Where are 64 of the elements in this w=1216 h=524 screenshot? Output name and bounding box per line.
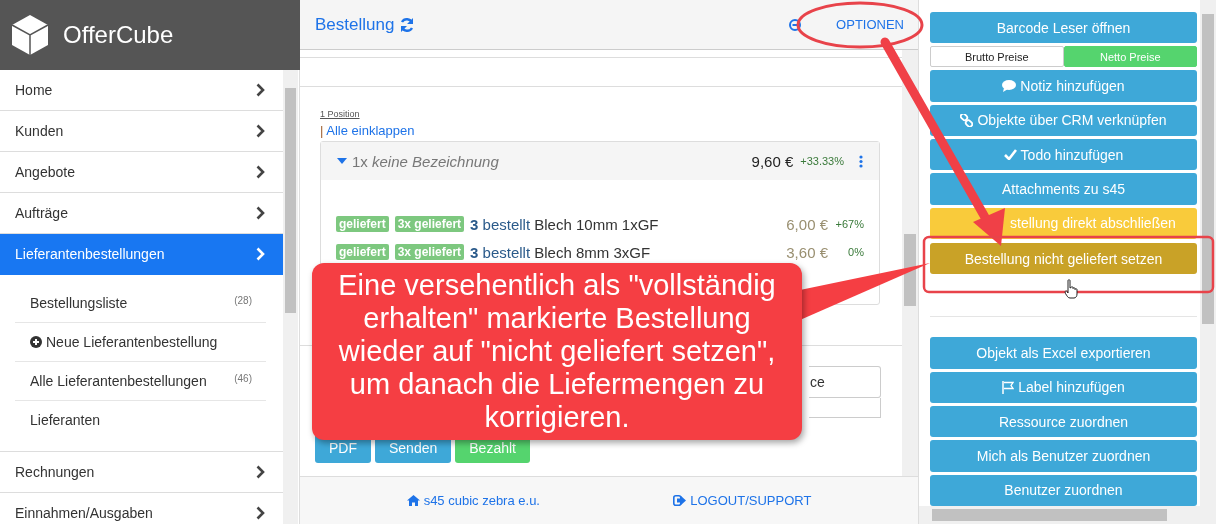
options-button[interactable]: OPTIONEN — [836, 17, 904, 32]
status-badge: 3x geliefert — [394, 244, 465, 260]
panel-button[interactable]: Objekte über CRM verknüpfen — [930, 104, 1197, 136]
line-description: 3 bestellt Blech 8mm 3xGF — [470, 243, 651, 261]
chevron-right-icon — [256, 124, 265, 138]
logout-link[interactable]: LOGOUT/SUPPORT — [673, 493, 812, 508]
submenu-item[interactable]: Bestellungsliste (28) — [15, 284, 266, 323]
item-price: 9,60 € — [751, 152, 794, 170]
item-title: 1x keine Bezeichnung — [352, 152, 499, 170]
input-field[interactable]: ce — [809, 366, 881, 398]
home-icon — [406, 495, 420, 506]
panel-button[interactable]: Attachments zu s45 — [930, 173, 1197, 205]
scrollbar[interactable] — [283, 70, 298, 524]
cube-logo-icon — [11, 14, 49, 56]
chevron-right-icon — [256, 206, 265, 220]
chevron-right-icon — [256, 465, 265, 479]
annotation-tooltip: Eine versehentlich als "vollständig erhalten" markierte Bestellung wieder auf "nicht geliefert setzen", um danach die Liefermengen zu korrigieren. — [312, 263, 802, 440]
plus-circle-icon — [30, 336, 42, 348]
panel-button[interactable]: Benutzer zuordnen — [930, 474, 1197, 506]
flag-icon — [1002, 380, 1015, 394]
sign-out-icon — [673, 495, 687, 506]
horizontal-scrollbar[interactable] — [919, 506, 1216, 524]
chevron-right-icon — [256, 506, 265, 520]
status-badge: geliefert — [336, 216, 389, 232]
link-icon — [960, 113, 974, 127]
panel-button[interactable]: Label hinzufügen — [930, 371, 1197, 403]
panel-button[interactable]: Barcode Leser öffnen — [930, 12, 1197, 44]
chevron-right-icon — [256, 165, 265, 179]
page-title: Bestellung — [315, 14, 395, 35]
collapse-all-link[interactable]: Alle einklappen — [326, 123, 415, 138]
submenu-item[interactable]: Alle Lieferantenbestellungen (46) — [15, 362, 266, 401]
line-margin: +67% — [834, 218, 864, 230]
check-icon — [1003, 149, 1017, 161]
panel-button[interactable]: Todo hinzufügen — [930, 138, 1197, 171]
scrollbar[interactable] — [1200, 0, 1216, 506]
status-badge: 3x geliefert — [394, 216, 465, 232]
hand-cursor-icon — [1064, 279, 1078, 299]
panel-button[interactable]: Mich als Benutzer zuordnen — [930, 440, 1197, 472]
item-margin: +33.33% — [800, 155, 844, 167]
position-count: 1 Position — [320, 109, 360, 119]
separator-text: | — [320, 123, 324, 138]
line-price: 3,60 € — [786, 243, 828, 261]
panel-button[interactable]: Objekt als Excel exportieren — [930, 337, 1197, 369]
app-name: OfferCube — [63, 21, 174, 49]
panel-button[interactable]: Notiz hinzufügen — [930, 70, 1197, 102]
line-description: 3 bestellt Blech 10mm 1xGF — [470, 215, 659, 233]
scrollbar[interactable] — [902, 50, 918, 476]
panel-button[interactable]: Bestellung nicht geliefert setzen — [930, 243, 1197, 275]
status-badge: geliefert — [336, 244, 389, 260]
price-toggle[interactable]: Brutto Preise — [930, 46, 1064, 68]
chevron-right-icon — [256, 247, 265, 261]
line-margin: 0% — [847, 246, 864, 258]
submenu-item[interactable]: Neue Lieferantenbestellung — [15, 323, 266, 362]
sidebar-item[interactable]: Lieferantenbestellungen — [0, 234, 283, 275]
company-link[interactable]: s45 cubic zebra e.u. — [406, 493, 540, 508]
kebab-menu-icon[interactable] — [859, 154, 863, 168]
line-price: 6,00 € — [786, 215, 828, 233]
refresh-icon[interactable] — [399, 16, 416, 33]
comment-icon — [1002, 79, 1017, 92]
chevron-right-icon — [256, 83, 265, 97]
input-field[interactable] — [809, 398, 881, 418]
caret-down-icon[interactable] — [337, 158, 347, 164]
submenu-item[interactable]: Lieferanten — [15, 401, 266, 439]
panel-button[interactable]: Ressource zuordnen — [930, 405, 1197, 438]
